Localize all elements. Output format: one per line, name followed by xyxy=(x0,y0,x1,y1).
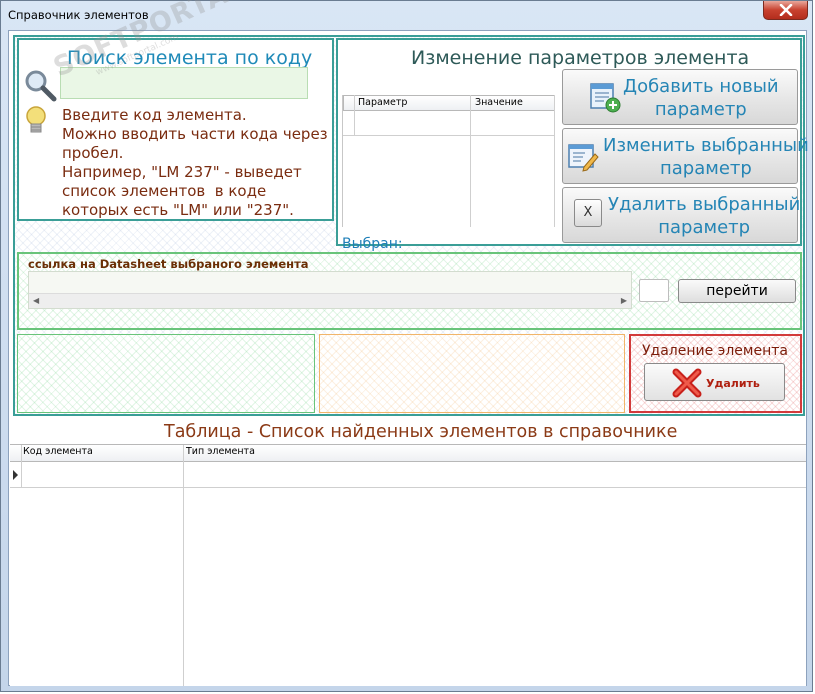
delete-element-panel: Удаление элемента Удалить xyxy=(629,334,802,413)
params-panel: Изменение параметров элемента Параметр З… xyxy=(336,38,809,252)
delete-element-title: Удаление элемента xyxy=(642,343,788,359)
table-divider xyxy=(183,445,184,686)
column-element-code[interactable]: Код элемента xyxy=(23,446,93,457)
edit-document-icon xyxy=(568,144,599,172)
delete-element-label: Удалить xyxy=(706,377,760,390)
x-key-icon: X xyxy=(574,199,602,227)
lightbulb-icon xyxy=(26,106,46,133)
datasheet-label: ссылка на Datasheet выбраного элемента xyxy=(28,257,309,271)
grid-column-value[interactable]: Значение xyxy=(475,97,523,108)
grid-divider xyxy=(354,95,355,136)
delete-parameter-label: Удалить выбранный параметр xyxy=(608,194,801,238)
title-bar: Справочник элементов xyxy=(1,1,814,29)
add-document-icon xyxy=(590,83,621,113)
delete-parameter-button[interactable]: X Удалить выбранный параметр xyxy=(562,187,801,243)
client-area: Поиск элемента по коду Введите код элеме… xyxy=(8,0,809,686)
search-help-text: Введите код элемента. Можно вводить част… xyxy=(62,106,328,219)
current-row-arrow-icon xyxy=(13,470,18,480)
search-panel: Поиск элемента по коду Введите код элеме… xyxy=(17,0,334,221)
delete-element-button[interactable]: Удалить xyxy=(644,363,785,401)
params-grid-row[interactable] xyxy=(343,111,555,136)
scroll-left-icon[interactable]: ◀ xyxy=(33,296,39,305)
params-title: Изменение параметров элемента xyxy=(411,47,750,69)
close-icon xyxy=(779,4,792,16)
empty-green-panel xyxy=(17,334,315,413)
edit-parameter-label: Изменить выбранный параметр xyxy=(603,135,809,179)
results-table-header: Код элемента Тип элемента xyxy=(10,445,806,462)
results-table[interactable]: Код элемента Тип элемента xyxy=(10,444,806,686)
horizontal-scrollbar[interactable]: ◀ ▶ xyxy=(29,293,631,308)
results-table-title: Таблица - Список найденных элементов в с… xyxy=(164,422,678,442)
search-title: Поиск элемента по коду xyxy=(67,47,313,69)
go-button[interactable]: перейти xyxy=(678,279,796,303)
window-title: Справочник элементов xyxy=(8,8,149,22)
add-parameter-label: Добавить новый параметр xyxy=(623,76,779,120)
table-row[interactable] xyxy=(10,462,806,488)
main-window: Справочник элементов Поиск элемента по к… xyxy=(0,0,813,692)
datasheet-link-field[interactable]: ◀ ▶ xyxy=(28,271,632,309)
scroll-right-icon[interactable]: ▶ xyxy=(621,296,627,305)
datasheet-indicator xyxy=(639,279,669,302)
empty-orange-panel xyxy=(319,334,625,413)
datasheet-panel: ссылка на Datasheet выбраного элемента ◀… xyxy=(17,252,802,330)
grid-divider xyxy=(554,95,555,227)
add-parameter-button[interactable]: Добавить новый параметр xyxy=(562,69,798,125)
grid-column-parameter[interactable]: Параметр xyxy=(358,97,407,108)
params-grid-header: Параметр Значение xyxy=(343,95,555,111)
red-x-icon xyxy=(672,368,702,398)
edit-parameter-button[interactable]: Изменить выбранный параметр xyxy=(562,128,809,184)
selected-label: Выбран: xyxy=(342,236,403,252)
search-input[interactable] xyxy=(60,67,308,99)
close-button[interactable] xyxy=(763,1,808,20)
grid-divider xyxy=(470,95,471,227)
params-grid[interactable]: Параметр Значение xyxy=(342,95,555,227)
table-divider xyxy=(21,445,22,487)
column-element-type[interactable]: Тип элемента xyxy=(186,446,255,457)
magnifier-icon xyxy=(25,70,57,102)
